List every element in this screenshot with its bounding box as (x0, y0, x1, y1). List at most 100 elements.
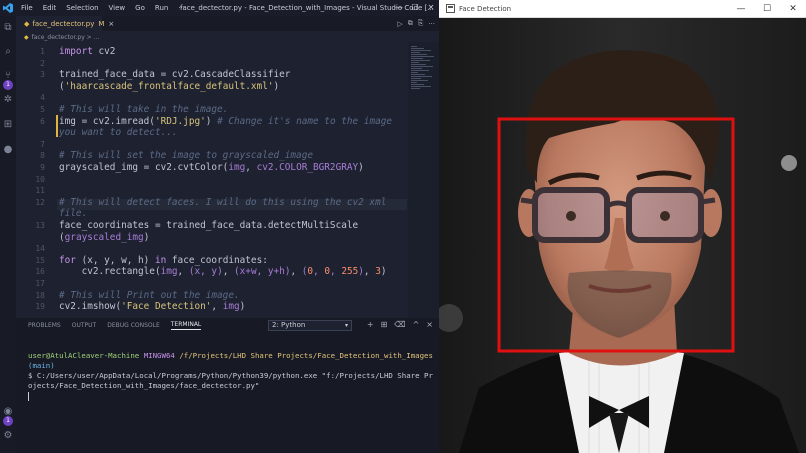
terminal-cwd: /f/Projects/LHD Share Projects/Face_Dete… (179, 351, 433, 360)
terminal-output[interactable]: user@AtulACleaver-Machine MINGW64 /f/Pro… (28, 351, 433, 401)
face-window-titlebar: Face Detection — ☐ ✕ (439, 0, 806, 18)
minimap[interactable] (408, 42, 439, 318)
code-line[interactable]: 18 # This will Print out the image. (16, 290, 396, 301)
code-line[interactable]: ('haarcascade_frontalface_default.xml') (16, 81, 396, 92)
menu-item-4[interactable]: Go (130, 0, 150, 16)
code-editor[interactable]: 1 import cv2 2 3 trained_face_data = cv2.Cas… (16, 42, 439, 318)
code-line[interactable]: 16 cv2.rectangle(img, (x, y), (x+w, y+h)… (16, 266, 396, 277)
explorer-icon[interactable]: ⧉ (2, 22, 14, 34)
minimap-line (411, 52, 420, 53)
code-line[interactable]: 14 (16, 243, 396, 254)
terminal-command: $ C:/Users/user/AppData/Local/Programs/P… (28, 371, 433, 390)
code-text: # This will set the image to grayscaled_… (59, 150, 313, 162)
settings-gear-icon[interactable]: ⚙ (2, 430, 14, 442)
code-line[interactable]: 13 face_coordinates = trained_face_data.d… (16, 220, 396, 231)
code-line[interactable]: file. (16, 208, 396, 219)
menu-item-3[interactable]: View (104, 0, 131, 16)
code-line[interactable]: 8 # This will set the image to grayscaled… (16, 150, 396, 161)
code-line[interactable]: 9 grayscaled_img = cv2.cvtColor(img, cv2.… (16, 162, 396, 173)
line-number: 4 (40, 93, 45, 103)
line-number: 15 (35, 255, 45, 265)
code-text: grayscaled_img = cv2.cvtColor(img, cv2.C… (59, 162, 364, 173)
accounts-badge: 1 (3, 416, 13, 426)
tab-label: face_dectector.py (32, 19, 95, 28)
menu-bar: File Edit Selection View Go Run ··· (16, 0, 190, 16)
line-number: 16 (35, 267, 45, 277)
search-icon[interactable]: ⌕ (2, 46, 14, 58)
close-panel-icon[interactable]: × (426, 320, 433, 329)
more-actions-icon[interactable]: ··· (428, 20, 435, 28)
panel-tab-problems[interactable]: PROBLEMS (28, 322, 61, 329)
panel-tab-terminal[interactable]: TERMINAL (170, 321, 202, 330)
extensions-icon[interactable]: ⊞ (2, 119, 14, 131)
code-line[interactable]: 15 for (x, y, w, h) in face_coordinates: (16, 255, 396, 266)
code-line[interactable]: 6 img = cv2.imread('RDJ.jpg') # Change it… (16, 116, 396, 127)
minimize-button[interactable]: — (391, 0, 407, 16)
close-tab-icon[interactable]: × (108, 20, 114, 28)
menu-item-5[interactable]: Run (150, 0, 173, 16)
code-text: img = cv2.imread('RDJ.jpg') # Change it'… (59, 115, 393, 127)
menu-item-0[interactable]: File (16, 0, 38, 16)
panel-actions: + ⊞ ⌫ ^ × (367, 320, 433, 329)
compare-icon[interactable]: ⧉ (408, 19, 413, 28)
menu-item-1[interactable]: Edit (38, 0, 62, 16)
line-number: 3 (40, 70, 45, 80)
panel-tab-debug-console[interactable]: DEBUG CONSOLE (107, 322, 160, 329)
code-text: face_coordinates = trained_face_data.det… (59, 220, 359, 231)
breadcrumb-text[interactable]: face_dectector.py > ... (32, 34, 100, 41)
maximize-button[interactable]: ☐ (407, 0, 423, 16)
minimap-line (411, 68, 422, 69)
face-window-maximize-button[interactable]: ☐ (754, 0, 780, 18)
code-text: file. (59, 208, 88, 220)
code-line[interactable]: you want to detect... (16, 127, 396, 138)
editor-tabs: ◆ face_dectector.py M × ▷ ⧉ ⎘ ··· (16, 16, 439, 31)
minimap-line (411, 60, 430, 61)
menu-item-2[interactable]: Selection (61, 0, 103, 16)
minimap-line (411, 62, 419, 63)
close-window-button[interactable]: ✕ (423, 0, 439, 16)
terminal-cursor (28, 391, 433, 401)
code-text: import cv2 (59, 46, 116, 57)
minimap-line (411, 78, 421, 79)
run-file-icon[interactable]: ▷ (397, 20, 402, 28)
code-line[interactable]: 7 (16, 139, 396, 150)
code-line[interactable]: 1 import cv2 (16, 46, 396, 57)
code-line[interactable]: 4 (16, 92, 396, 103)
face-detection-window: Face Detection — ☐ ✕ (439, 0, 806, 453)
code-text: you want to detect... (59, 127, 178, 139)
line-number: 9 (40, 163, 45, 172)
line-number: 18 (35, 290, 45, 300)
face-window-close-button[interactable]: ✕ (780, 0, 806, 18)
debug-icon[interactable]: ✲ (2, 94, 14, 106)
code-line[interactable]: 12 # This will detect faces. I will do th… (16, 197, 396, 208)
minimap-line (411, 76, 432, 77)
maximize-panel-icon[interactable]: ^ (413, 320, 420, 329)
code-line[interactable]: 10 (16, 174, 396, 185)
code-line[interactable]: 3 trained_face_data = cv2.CascadeClassifi… (16, 69, 396, 80)
tab-face-dectector[interactable]: ◆ face_dectector.py M × (16, 16, 114, 31)
code-line[interactable]: (grayscaled_img) (16, 232, 396, 243)
line-number: 17 (35, 279, 45, 288)
terminal-select-value: 2: Python (272, 321, 306, 329)
line-number: 8 (40, 151, 45, 161)
editor-actions: ▷ ⧉ ⎘ ··· (397, 16, 435, 31)
face-window-minimize-button[interactable]: — (728, 0, 754, 18)
code-line[interactable]: 2 (16, 58, 396, 69)
split-terminal-icon[interactable]: ⊞ (381, 320, 388, 329)
line-number: 5 (40, 105, 45, 114)
code-line[interactable]: 11 (16, 185, 396, 196)
source-control-badge: 1 (3, 80, 13, 90)
split-editor-icon[interactable]: ⎘ (418, 19, 424, 28)
new-terminal-icon[interactable]: + (367, 320, 374, 329)
code-line[interactable]: 19 cv2.imshow('Face Detection', img) (16, 301, 396, 312)
code-text: for (x, y, w, h) in face_coordinates: (59, 254, 268, 266)
code-line[interactable]: 17 (16, 278, 396, 289)
kill-terminal-icon[interactable]: ⌫ (394, 320, 405, 329)
terminal-select[interactable]: 2: Python ▾ (268, 320, 352, 331)
panel-tab-output[interactable]: OUTPUT (72, 322, 96, 329)
code-text: cv2.imshow('Face Detection', img) (59, 301, 246, 313)
code-line[interactable]: 5 # This will take in the image. (16, 104, 396, 115)
python-file-icon: ◆ (24, 33, 29, 41)
github-icon[interactable]: ● (2, 144, 14, 156)
minimap-line (411, 48, 424, 49)
